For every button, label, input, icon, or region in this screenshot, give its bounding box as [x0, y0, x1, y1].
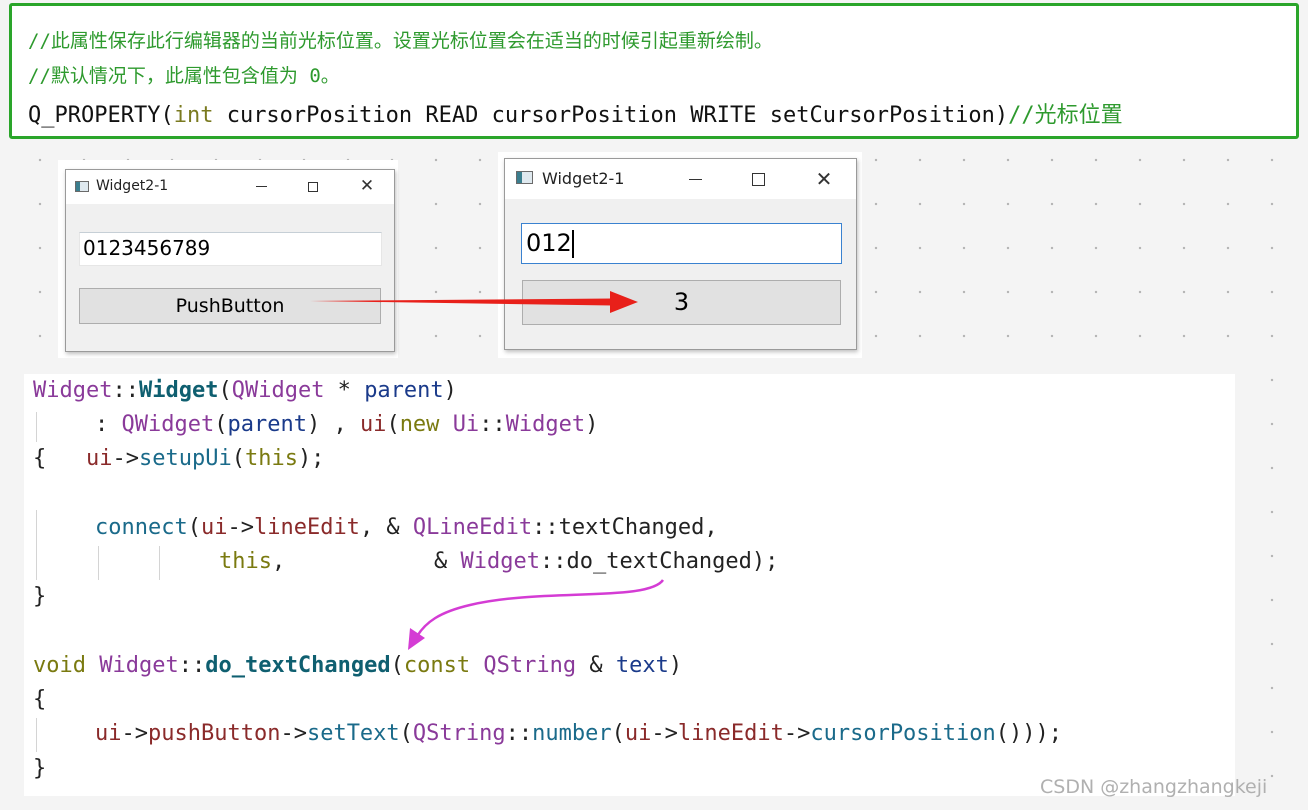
right-window: Widget2-1 ✕ 012 3: [504, 158, 857, 350]
right-window-titlebar[interactable]: Widget2-1 ✕: [505, 159, 856, 199]
push-button[interactable]: 3: [522, 280, 841, 325]
close-icon[interactable]: ✕: [808, 167, 840, 191]
indent-guide: [36, 510, 37, 580]
property-doc-box: //此属性保存此行编辑器的当前光标位置。设置光标位置会在适当的时候引起重新绘制。…: [9, 3, 1299, 139]
app-window-icon: [75, 181, 89, 192]
indent-guide: [36, 718, 37, 752]
decl-comment: //光标位置: [1008, 103, 1123, 128]
push-button[interactable]: PushButton: [79, 288, 381, 324]
minimize-icon[interactable]: [246, 176, 276, 196]
left-window: Widget2-1 ✕ 0123456789 PushButton: [65, 169, 395, 352]
left-window-titlebar[interactable]: Widget2-1 ✕: [66, 170, 394, 204]
decl-type: int: [173, 103, 214, 128]
code-listing: Widget::Widget(QWidget * parent) : QWidg…: [24, 374, 1235, 796]
code-line-11: ui->pushButton->setText(QString::number(…: [95, 721, 1063, 746]
right-window-title: Widget2-1: [542, 169, 625, 188]
decl-macro: Q_PROPERTY(: [28, 103, 174, 128]
line-edit[interactable]: 0123456789: [79, 232, 382, 266]
property-declaration: Q_PROPERTY(int cursorPosition READ curso…: [28, 97, 1123, 129]
maximize-icon[interactable]: [742, 168, 774, 190]
code-line-12: }: [33, 756, 47, 781]
minimize-icon[interactable]: [679, 168, 711, 190]
watermark: CSDN @zhangzhangkeji: [1040, 776, 1268, 798]
doc-comment-line-2: //默认情况下，此属性包含值为 0。: [28, 65, 340, 87]
line-edit-text: 012: [526, 229, 572, 257]
indent-guide: [98, 546, 99, 580]
indent-guide: [159, 546, 160, 580]
doc-comment-line-1: //此属性保存此行编辑器的当前光标位置。设置光标位置会在适当的时候引起重新绘制。: [28, 30, 773, 52]
code-line-6-target: & Widget::do_textChanged);: [434, 549, 779, 574]
code-line-10: {: [33, 687, 47, 712]
code-line-5: connect(ui->lineEdit, & QLineEdit::textC…: [95, 515, 718, 540]
app-window-icon: [516, 171, 533, 184]
code-line-7: }: [33, 584, 47, 609]
code-line-6: this,: [219, 549, 286, 574]
text-cursor: [571, 230, 574, 258]
close-icon[interactable]: ✕: [352, 175, 382, 197]
indent-guide: [36, 412, 37, 442]
code-line-1: Widget::Widget(QWidget * parent): [33, 378, 457, 403]
left-window-title: Widget2-1: [96, 178, 169, 194]
code-line-9: void Widget::do_textChanged(const QStrin…: [33, 653, 683, 678]
code-line-3: { ui->setupUi(this);: [33, 446, 325, 471]
decl-body: cursorPosition READ cursorPosition WRITE…: [213, 103, 1009, 128]
maximize-icon[interactable]: [298, 176, 328, 196]
line-edit-focused[interactable]: 012: [521, 223, 842, 264]
code-line-2: : QWidget(parent) , ui(new Ui::Widget): [95, 412, 599, 437]
